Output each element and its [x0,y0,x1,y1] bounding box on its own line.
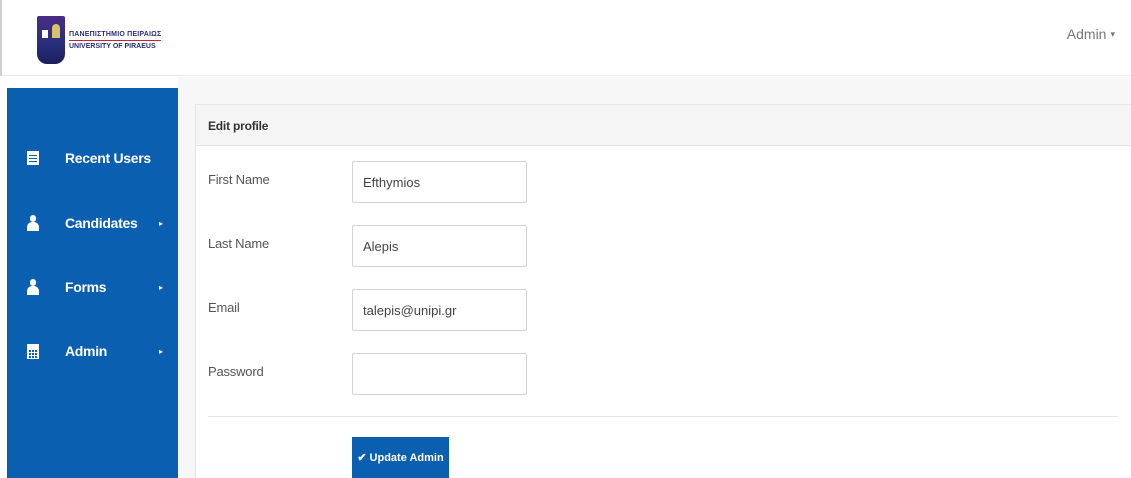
university-seal-icon [37,16,65,64]
user-icon [26,215,39,231]
sidebar-item-label: Admin [65,343,108,359]
sidebar-item-label: Recent Users [65,150,151,166]
sidebar-item-admin[interactable]: Admin ▸ [7,331,178,371]
logo-divider [69,39,161,41]
sidebar-item-label: Candidates [65,215,138,231]
list-icon [26,150,39,166]
caret-down-icon: ▾ [1110,28,1115,39]
user-menu-label: Admin [1066,26,1107,42]
sidebar-item-recent-users[interactable]: Recent Users [7,138,178,178]
email-label: Email [208,300,240,315]
top-navbar: ΠΑΝΕΠΙΣΤΗΜΙΟ ΠΕΙΡΑΙΩΣ UNIVERSITY OF PIRA… [0,0,1131,76]
update-admin-label: Update Admin [369,451,444,464]
chevron-right-icon: ▸ [159,346,164,356]
sidebar: Recent Users Candidates ▸ Forms ▸ Admin … [7,88,178,478]
email-input[interactable] [352,289,527,331]
checkmark-icon: ✔ [357,452,367,464]
user-icon [26,279,39,295]
first-name-input[interactable] [352,161,527,203]
chevron-right-icon: ▸ [159,218,164,228]
panel-heading: Edit profile [196,105,1131,146]
last-name-label: Last Name [208,236,270,251]
window-edge [0,0,2,76]
logo-greek-text: ΠΑΝΕΠΙΣΤΗΜΙΟ ΠΕΙΡΑΙΩΣ [69,30,162,38]
logo-text: ΠΑΝΕΠΙΣΤΗΜΙΟ ΠΕΙΡΑΙΩΣ UNIVERSITY OF PIRA… [69,30,161,51]
panel-title: Edit profile [208,119,269,133]
chevron-right-icon: ▸ [159,282,164,292]
sidebar-item-candidates[interactable]: Candidates ▸ [7,203,178,243]
first-name-label: First Name [208,172,270,187]
edit-profile-panel: Edit profile First Name Last Name Email … [195,104,1131,478]
sidebar-item-forms[interactable]: Forms ▸ [7,267,178,307]
sidebar-item-label: Forms [65,279,107,295]
admin-user-menu[interactable]: Admin ▾ [1067,26,1115,42]
password-label: Password [208,364,264,379]
calendar-icon [26,343,39,359]
update-admin-button[interactable]: ✔ Update Admin [352,437,449,478]
password-input[interactable] [352,353,527,395]
last-name-input[interactable] [352,225,527,267]
form-divider [208,416,1118,417]
logo-english-text: UNIVERSITY OF PIRAEUS [69,42,156,50]
university-logo[interactable]: ΠΑΝΕΠΙΣΤΗΜΙΟ ΠΕΙΡΑΙΩΣ UNIVERSITY OF PIRA… [37,16,162,64]
